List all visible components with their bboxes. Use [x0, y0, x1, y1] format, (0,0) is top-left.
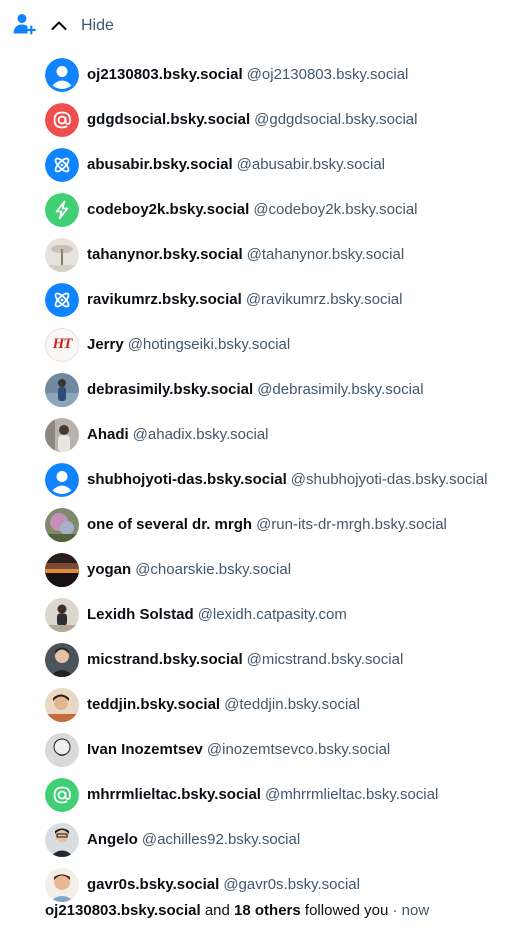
follower-handle[interactable]: @debrasimily.bsky.social [257, 381, 423, 398]
summary-separator: · [392, 902, 398, 919]
follower-handle[interactable]: @oj2130803.bsky.social [247, 66, 409, 83]
avatar[interactable] [45, 282, 79, 317]
follower-display-name[interactable]: mhrrmlieltac.bsky.social [87, 786, 261, 803]
follower-display-name[interactable]: ravikumrz.bsky.social [87, 291, 242, 308]
follower-handle[interactable]: @tahanynor.bsky.social [247, 246, 405, 263]
follower-row[interactable]: yogan @choarskie.bsky.social [45, 547, 523, 592]
summary-time: now [401, 902, 430, 919]
summary-others[interactable]: 18 others [234, 902, 301, 919]
follower-row[interactable]: teddjin.bsky.social @teddjin.bsky.social [45, 682, 523, 727]
avatar[interactable] [45, 642, 79, 677]
avatar[interactable] [45, 597, 79, 632]
follower-row[interactable]: one of several dr. mrgh @run-its-dr-mrgh.… [45, 502, 523, 547]
follower-row[interactable]: HT Jerry @hotingseiki.bsky.social [45, 322, 523, 367]
follower-handle[interactable]: @mhrrmlieltac.bsky.social [265, 786, 438, 803]
avatar[interactable] [45, 57, 79, 92]
follower-display-name[interactable]: shubhojyoti-das.bsky.social [87, 471, 287, 488]
follower-display-name[interactable]: Lexidh Solstad [87, 606, 194, 623]
follower-display-name[interactable]: gdgdsocial.bsky.social [87, 111, 250, 128]
follower-handle[interactable]: @achilles92.bsky.social [142, 831, 300, 848]
notification-header: Hide [0, 0, 523, 52]
follower-handle[interactable]: @micstrand.bsky.social [247, 651, 404, 668]
avatar[interactable] [45, 867, 79, 902]
follower-handle[interactable]: @ravikumrz.bsky.social [246, 291, 403, 308]
follower-handle[interactable]: @gdgdsocial.bsky.social [254, 111, 417, 128]
follower-display-name[interactable]: Angelo [87, 831, 138, 848]
follower-handle[interactable]: @choarskie.bsky.social [135, 561, 291, 578]
avatar[interactable] [45, 822, 79, 857]
follower-row[interactable]: Lexidh Solstad @lexidh.catpasity.com [45, 592, 523, 637]
follower-display-name[interactable]: debrasimily.bsky.social [87, 381, 253, 398]
avatar[interactable] [45, 507, 79, 542]
avatar[interactable] [45, 192, 79, 227]
avatar[interactable] [45, 147, 79, 182]
follower-row[interactable]: oj2130803.bsky.social @oj2130803.bsky.soc… [45, 52, 523, 97]
follower-handle[interactable]: @abusabir.bsky.social [237, 156, 385, 173]
follower-row[interactable]: gdgdsocial.bsky.social @gdgdsocial.bsky.s… [45, 97, 523, 142]
follower-row[interactable]: tahanynor.bsky.social @tahanynor.bsky.soc… [45, 232, 523, 277]
notification-summary: oj2130803.bsky.social and 18 others foll… [45, 902, 429, 919]
avatar[interactable] [45, 777, 79, 812]
follower-handle[interactable]: @lexidh.catpasity.com [198, 606, 347, 623]
follower-display-name[interactable]: teddjin.bsky.social [87, 696, 220, 713]
follower-handle[interactable]: @inozemtsevco.bsky.social [207, 741, 390, 758]
follower-row[interactable]: gavr0s.bsky.social @gavr0s.bsky.social [45, 862, 523, 907]
hide-toggle-label: Hide [81, 17, 114, 34]
avatar[interactable] [45, 237, 79, 272]
follower-display-name[interactable]: Ahadi [87, 426, 129, 443]
follower-display-name[interactable]: oj2130803.bsky.social [87, 66, 243, 83]
follower-handle[interactable]: @ahadix.bsky.social [133, 426, 269, 443]
follower-display-name[interactable]: Jerry [87, 336, 124, 353]
avatar[interactable] [45, 102, 79, 137]
follower-handle[interactable]: @shubhojyoti-das.bsky.social [291, 471, 488, 488]
follower-handle[interactable]: @run-its-dr-mrgh.bsky.social [256, 516, 447, 533]
follower-handle[interactable]: @hotingseiki.bsky.social [128, 336, 291, 353]
follower-display-name[interactable]: Ivan Inozemtsev [87, 741, 203, 758]
follower-row[interactable]: shubhojyoti-das.bsky.social @shubhojyoti-… [45, 457, 523, 502]
follower-display-name[interactable]: one of several dr. mrgh [87, 516, 252, 533]
follower-handle[interactable]: @gavr0s.bsky.social [223, 876, 360, 893]
follower-display-name[interactable]: codeboy2k.bsky.social [87, 201, 249, 218]
avatar[interactable] [45, 417, 79, 452]
follower-row[interactable]: codeboy2k.bsky.social @codeboy2k.bsky.soc… [45, 187, 523, 232]
person-plus-icon [12, 12, 36, 36]
summary-followed: followed you [304, 902, 389, 919]
follower-row[interactable]: Ahadi @ahadix.bsky.social [45, 412, 523, 457]
follower-row[interactable]: abusabir.bsky.social @abusabir.bsky.socia… [45, 142, 523, 187]
follower-display-name[interactable]: gavr0s.bsky.social [87, 876, 219, 893]
avatar[interactable] [45, 552, 79, 587]
follower-row[interactable]: mhrrmlieltac.bsky.social @mhrrmlieltac.bs… [45, 772, 523, 817]
follower-display-name[interactable]: micstrand.bsky.social [87, 651, 243, 668]
avatar[interactable] [45, 462, 79, 497]
chevron-up-icon [50, 17, 68, 35]
follower-row[interactable]: debrasimily.bsky.social @debrasimily.bsky… [45, 367, 523, 412]
summary-first-name[interactable]: oj2130803.bsky.social [45, 902, 201, 919]
follower-display-name[interactable]: tahanynor.bsky.social [87, 246, 243, 263]
follower-display-name[interactable]: abusabir.bsky.social [87, 156, 233, 173]
follower-display-name[interactable]: yogan [87, 561, 131, 578]
follower-handle[interactable]: @teddjin.bsky.social [224, 696, 360, 713]
avatar[interactable] [45, 372, 79, 407]
summary-and: and [204, 902, 230, 919]
follower-row[interactable]: micstrand.bsky.social @micstrand.bsky.soc… [45, 637, 523, 682]
avatar[interactable] [45, 732, 79, 767]
hide-toggle-button[interactable]: Hide [50, 14, 114, 38]
follower-row[interactable]: Angelo @achilles92.bsky.social [45, 817, 523, 862]
follower-handle[interactable]: @codeboy2k.bsky.social [253, 201, 417, 218]
avatar[interactable]: HT [45, 327, 79, 362]
follower-list: oj2130803.bsky.social @oj2130803.bsky.soc… [45, 52, 523, 907]
follower-row[interactable]: Ivan Inozemtsev @inozemtsevco.bsky.social [45, 727, 523, 772]
avatar-logo-text: HT [52, 336, 73, 352]
follower-row[interactable]: ravikumrz.bsky.social @ravikumrz.bsky.soc… [45, 277, 523, 322]
avatar[interactable] [45, 687, 79, 722]
